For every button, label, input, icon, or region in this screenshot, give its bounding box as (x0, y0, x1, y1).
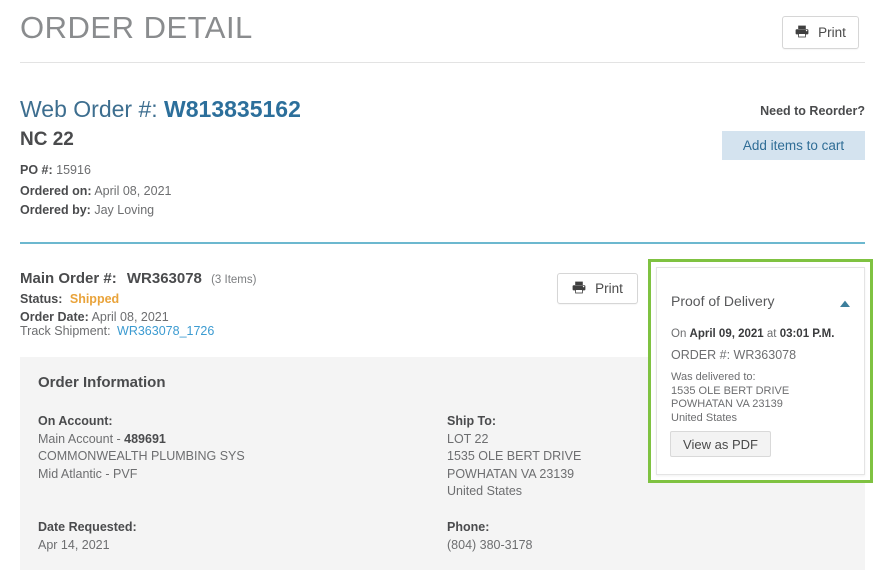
delivery-address-block: Was delivered to: 1535 OLE BERT DRIVE PO… (671, 371, 789, 425)
ordered-on-label: Ordered on: (20, 184, 92, 198)
ship-to-line-1: LOT 22 (447, 431, 489, 446)
delivery-time: 03:01 P.M. (779, 328, 835, 340)
ship-to-field: Ship To: LOT 22 1535 OLE BERT DRIVE POWH… (447, 413, 581, 501)
on-account-number: 489691 (124, 431, 166, 446)
main-order-number: WR363078 (126, 270, 202, 287)
order-name: NC 22 (20, 129, 74, 150)
on-account-main-row: Main Account - 489691 (38, 431, 245, 449)
print-button-top-label: Print (818, 25, 846, 40)
on-account-division: Mid Atlantic - PVF (38, 466, 138, 481)
header-divider (20, 62, 865, 63)
ship-to-label: Ship To: (447, 414, 497, 428)
phone-field: Phone: (804) 380-3178 (447, 519, 532, 554)
need-to-reorder-label: Need to Reorder? (760, 104, 865, 118)
delivery-date: April 09, 2021 (689, 328, 764, 340)
delivery-address-line-3: United States (671, 411, 738, 424)
on-account-main: Main Account - (38, 431, 125, 446)
order-information-title: Order Information (38, 374, 166, 391)
chevron-up-icon[interactable] (839, 296, 851, 307)
status-row: Status: Shipped (20, 292, 119, 306)
ordered-by-label: Ordered by: (20, 203, 91, 217)
printer-icon (572, 281, 586, 297)
delivery-order-label: ORDER #: (671, 348, 734, 362)
order-date-label: Order Date: (20, 310, 89, 324)
ship-to-line-3: POWHATAN VA 23139 (447, 466, 575, 481)
ordered-on-row: Ordered on: April 08, 2021 (20, 184, 171, 198)
view-as-pdf-label: View as PDF (683, 436, 758, 452)
date-requested-field: Date Requested: Apr 14, 2021 (38, 519, 137, 554)
web-order-heading: Web Order #: W813835162 (20, 96, 301, 123)
web-order-number: W813835162 (164, 96, 301, 122)
track-shipment-link[interactable]: WR363078_1726 (117, 324, 214, 338)
on-account-label: On Account: (38, 414, 113, 428)
order-date-row: Order Date: April 08, 2021 (20, 310, 169, 324)
print-button-main-order[interactable]: Print (557, 273, 638, 304)
phone-value: (804) 380-3178 (447, 537, 533, 552)
main-order-items-count: (3 Items) (211, 274, 257, 286)
print-button-top[interactable]: Print (782, 16, 859, 49)
delivery-order-number: WR363078 (733, 348, 797, 362)
section-divider (20, 242, 865, 244)
delivery-address-line-2: POWHATAN VA 23139 (671, 398, 783, 410)
ship-to-line-2: 1535 OLE BERT DRIVE (447, 449, 582, 463)
delivery-at: at (763, 328, 780, 340)
date-requested-label: Date Requested: (38, 520, 137, 534)
proof-of-delivery-title: Proof of Delivery (671, 293, 775, 309)
po-number-row: PO #: 15916 (20, 163, 91, 177)
phone-label: Phone: (447, 520, 490, 534)
po-label: PO #: (20, 163, 53, 177)
po-value: 15916 (56, 163, 91, 177)
main-order-heading: Main Order #: WR363078 (3 Items) (20, 270, 256, 287)
proof-of-delivery-highlight: Proof of Delivery On April 09, 2021 at 0… (648, 259, 873, 483)
print-button-main-order-label: Print (595, 281, 623, 296)
order-date-value: April 08, 2021 (91, 310, 169, 324)
on-account-field: On Account: Main Account - 489691 COMMON… (38, 413, 245, 483)
ship-to-line-4: United States (447, 484, 523, 498)
delivery-datetime-row: On April 09, 2021 at 03:01 P.M. (671, 328, 834, 340)
delivered-to-label: Was delivered to: (671, 371, 756, 383)
add-items-to-cart-button[interactable]: Add items to cart (722, 131, 865, 160)
main-order-prefix: Main Order #: (20, 270, 117, 287)
date-requested-value: Apr 14, 2021 (38, 537, 110, 552)
page-title: ORDER DETAIL (20, 10, 253, 45)
printer-icon (795, 25, 809, 41)
ordered-by-value: Jay Loving (94, 203, 155, 217)
delivery-order-row: ORDER #: WR363078 (671, 348, 796, 362)
track-shipment-row: Track Shipment: WR363078_1726 (20, 324, 214, 338)
add-items-to-cart-label: Add items to cart (742, 138, 845, 153)
on-account-company: COMMONWEALTH PLUMBING SYS (38, 449, 245, 463)
status-label: Status: (20, 292, 63, 306)
delivery-on-prefix: On (671, 328, 690, 340)
delivery-address-line-1: 1535 OLE BERT DRIVE (671, 384, 790, 397)
status-badge: Shipped (69, 292, 120, 306)
view-as-pdf-button[interactable]: View as PDF (670, 431, 771, 457)
track-shipment-label: Track Shipment: (20, 324, 111, 338)
ordered-on-value: April 08, 2021 (94, 184, 172, 198)
proof-of-delivery-card: Proof of Delivery On April 09, 2021 at 0… (656, 267, 865, 475)
ordered-by-row: Ordered by: Jay Loving (20, 203, 154, 217)
order-detail-page: ORDER DETAIL Print Web Order #: W8138351… (0, 0, 885, 578)
web-order-prefix: Web Order #: (20, 96, 158, 122)
